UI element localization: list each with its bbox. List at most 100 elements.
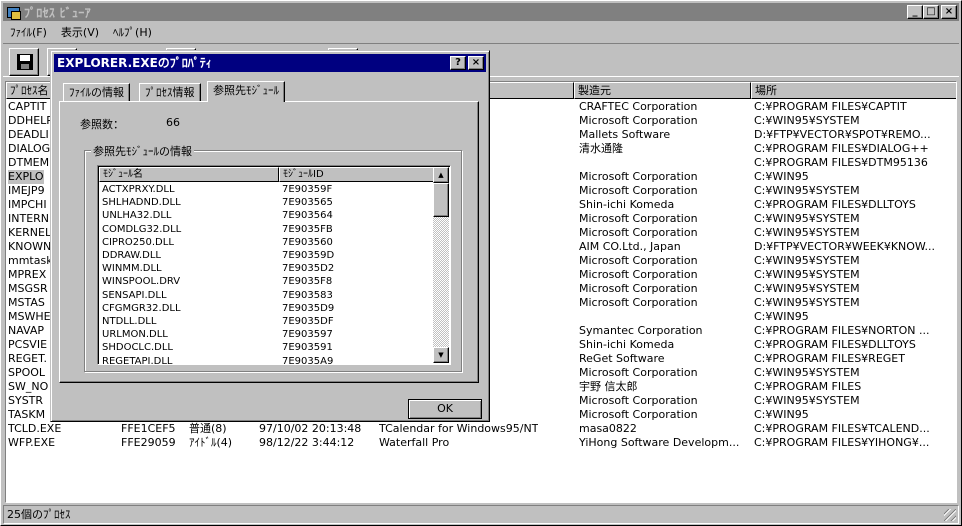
table-cell-vendor: masa0822: [579, 422, 637, 435]
table-cell-path: C:¥WIN95¥SYSTEM: [754, 394, 860, 407]
minimize-button[interactable]: _: [907, 5, 923, 19]
table-cell-path: D:¥FTP¥VECTOR¥SPOT¥REMO...: [754, 128, 931, 141]
table-cell-path: C:¥WIN95¥SYSTEM: [754, 268, 860, 281]
module-list-header: ﾓｼﾞｭｰﾙ名 ﾓｼﾞｭｰﾙID: [99, 167, 435, 182]
tab-process-info[interactable]: ﾌﾟﾛｾｽ情報: [139, 83, 201, 101]
list-item[interactable]: WINMM.DLL 7E9035D2: [99, 262, 435, 275]
list-item[interactable]: UNLHA32.DLL 7E903564: [99, 209, 435, 222]
list-item[interactable]: URLMON.DLL 7E903597: [99, 328, 435, 341]
table-cell-vendor: AIM CO.Ltd., Japan: [579, 240, 681, 253]
table-cell-vendor: Microsoft Corporation: [579, 282, 698, 295]
menu-file[interactable]: ﾌｧｲﾙ(F): [3, 24, 54, 40]
status-bar: 25個のﾌﾟﾛｾｽ: [3, 505, 959, 524]
menu-help[interactable]: ﾍﾙﾌﾟ(H): [106, 24, 159, 40]
table-cell-name: EXPLO: [8, 170, 44, 184]
module-name: COMDLG32.DLL: [102, 223, 182, 235]
save-icon: [17, 54, 33, 70]
table-cell-name: NAVAP: [8, 324, 45, 337]
ok-button[interactable]: OK: [408, 399, 482, 419]
list-item[interactable]: SHDOCLC.DLL 7E903591: [99, 341, 435, 354]
list-item[interactable]: SHLHADND.DLL 7E903565: [99, 196, 435, 209]
table-cell-vendor: ReGet Software: [579, 352, 665, 365]
table-cell-vendor: CRAFTEC Corporation: [579, 100, 698, 113]
table-cell-path: C:¥WIN95: [754, 310, 809, 323]
module-id: 7E9035FB: [282, 223, 333, 235]
table-cell-name: MSTAS: [8, 296, 45, 309]
table-row[interactable]: TCLD.EXE FFE1CEF5 普通(8) 97/10/02 20:13:48 TC…: [6, 422, 956, 436]
module-id: 7E903560: [282, 236, 333, 248]
table-cell-vendor: Microsoft Corporation: [579, 366, 698, 379]
column-header-vendor[interactable]: 製造元: [574, 82, 751, 99]
table-cell-path: C:¥WIN95¥SYSTEM: [754, 366, 860, 379]
module-id: 7E903591: [282, 342, 333, 354]
table-cell-vendor: Mallets Software: [579, 128, 671, 141]
list-item[interactable]: CFGMGR32.DLL 7E9035D9: [99, 302, 435, 315]
table-cell-path: C:¥PROGRAM FILES: [754, 380, 862, 393]
module-name: REGETAPI.DLL: [102, 355, 173, 365]
module-info-group: 参照先ﾓｼﾞｭｰﾙの情報 ﾓｼﾞｭｰﾙ名 ﾓｼﾞｭｰﾙID ACTXPRXY.D…: [84, 143, 462, 372]
list-item[interactable]: WINSPOOL.DRV 7E9035F8: [99, 275, 435, 288]
close-button[interactable]: ×: [941, 5, 957, 19]
table-cell-name: MSGSR: [8, 282, 48, 295]
table-row[interactable]: WFP.EXE FFE29059 ｱｲﾄﾞﾙ(4) 98/12/22 3:44:12 W…: [6, 436, 956, 450]
scroll-down-icon[interactable]: ▼: [433, 347, 449, 363]
table-cell-vendor: YiHong Software Developm...: [579, 436, 740, 449]
app-icon[interactable]: [6, 5, 21, 20]
dialog-help-button[interactable]: ?: [450, 56, 466, 70]
table-cell-vendor: Microsoft Corporation: [579, 268, 698, 281]
column-header-module[interactable]: ﾓｼﾞｭｰﾙ名: [99, 167, 279, 182]
table-cell-c3: 98/12/22 3:44:12: [259, 436, 355, 449]
table-cell-name: mmtask: [8, 254, 53, 267]
scroll-up-icon[interactable]: ▲: [433, 167, 449, 183]
module-name: SENSAPI.DLL: [102, 289, 167, 301]
table-cell-name: DDHELP: [8, 114, 53, 127]
table-cell-name: SW_NO: [8, 380, 49, 393]
table-cell-path: C:¥WIN95: [754, 408, 809, 421]
tab-referenced-modules[interactable]: 参照先ﾓｼﾞｭｰﾙ: [207, 81, 285, 102]
module-name: CFGMGR32.DLL: [102, 302, 181, 314]
table-cell-name: WFP.EXE: [8, 436, 56, 449]
table-cell-name: TASKM: [8, 408, 46, 421]
table-cell-path: C:¥PROGRAM FILES¥DTM95136: [754, 156, 928, 169]
table-cell-path: C:¥WIN95: [754, 170, 809, 183]
module-name: ACTXPRXY.DLL: [102, 184, 175, 195]
tab-file-info[interactable]: ﾌｧｲﾙの情報: [63, 83, 130, 101]
list-item[interactable]: DDRAW.DLL 7E90359D: [99, 249, 435, 262]
module-name: SHLHADND.DLL: [102, 197, 181, 209]
scroll-thumb[interactable]: [433, 183, 449, 217]
list-item[interactable]: COMDLG32.DLL 7E9035FB: [99, 223, 435, 236]
module-name: URLMON.DLL: [102, 329, 168, 341]
resize-grip-icon[interactable]: [944, 509, 956, 521]
module-id: 7E903583: [282, 289, 333, 301]
table-cell-path: C:¥PROGRAM FILES¥DIALOG++: [754, 142, 929, 155]
maximize-button[interactable]: □: [923, 5, 939, 19]
save-button[interactable]: [9, 48, 39, 76]
list-item[interactable]: REGETAPI.DLL 7E9035A9: [99, 355, 435, 365]
group-label: 参照先ﾓｼﾞｭｰﾙの情報: [91, 143, 194, 159]
table-cell-name: CAPTIT: [8, 100, 47, 113]
module-list-scrollbar[interactable]: ▲ ▼: [433, 167, 449, 363]
module-name: DDRAW.DLL: [102, 250, 161, 261]
table-cell-path: D:¥FTP¥VECTOR¥WEEK¥KNOW...: [754, 240, 936, 253]
dialog-title: EXPLORER.EXEのﾌﾟﾛﾊﾟﾃｨ: [57, 56, 212, 70]
module-id: 7E9035D9: [282, 302, 335, 314]
table-cell-name: SYSTR: [8, 394, 44, 407]
dialog-title-bar: EXPLORER.EXEのﾌﾟﾛﾊﾟﾃｨ ? ×: [54, 54, 486, 72]
list-item[interactable]: NTDLL.DLL 7E9035DF: [99, 315, 435, 328]
list-item[interactable]: CIPRO250.DLL 7E903560: [99, 236, 435, 249]
table-cell-name: REGET.: [8, 352, 47, 365]
table-cell-path: C:¥PROGRAM FILES¥CAPTIT: [754, 100, 907, 113]
table-cell-name: DEADLI: [8, 128, 49, 141]
column-header-location[interactable]: 場所: [751, 82, 956, 99]
table-cell-vendor: Microsoft Corporation: [579, 394, 698, 407]
module-list[interactable]: ﾓｼﾞｭｰﾙ名 ﾓｼﾞｭｰﾙID ACTXPRXY.DLL 7E90359F SHL…: [97, 165, 451, 365]
table-cell-name: DIALOG: [8, 142, 51, 155]
module-id: 7E9035DF: [282, 316, 334, 327]
list-item[interactable]: SENSAPI.DLL 7E903583: [99, 289, 435, 302]
column-header-module-id[interactable]: ﾓｼﾞｭｰﾙID: [279, 167, 435, 182]
menu-view[interactable]: 表示(V): [54, 24, 106, 40]
dialog-close-button[interactable]: ×: [468, 56, 484, 70]
module-name: CIPRO250.DLL: [102, 236, 174, 248]
table-cell-c3: 97/10/02 20:13:48: [259, 422, 362, 435]
list-item[interactable]: ACTXPRXY.DLL 7E90359F: [99, 183, 435, 196]
